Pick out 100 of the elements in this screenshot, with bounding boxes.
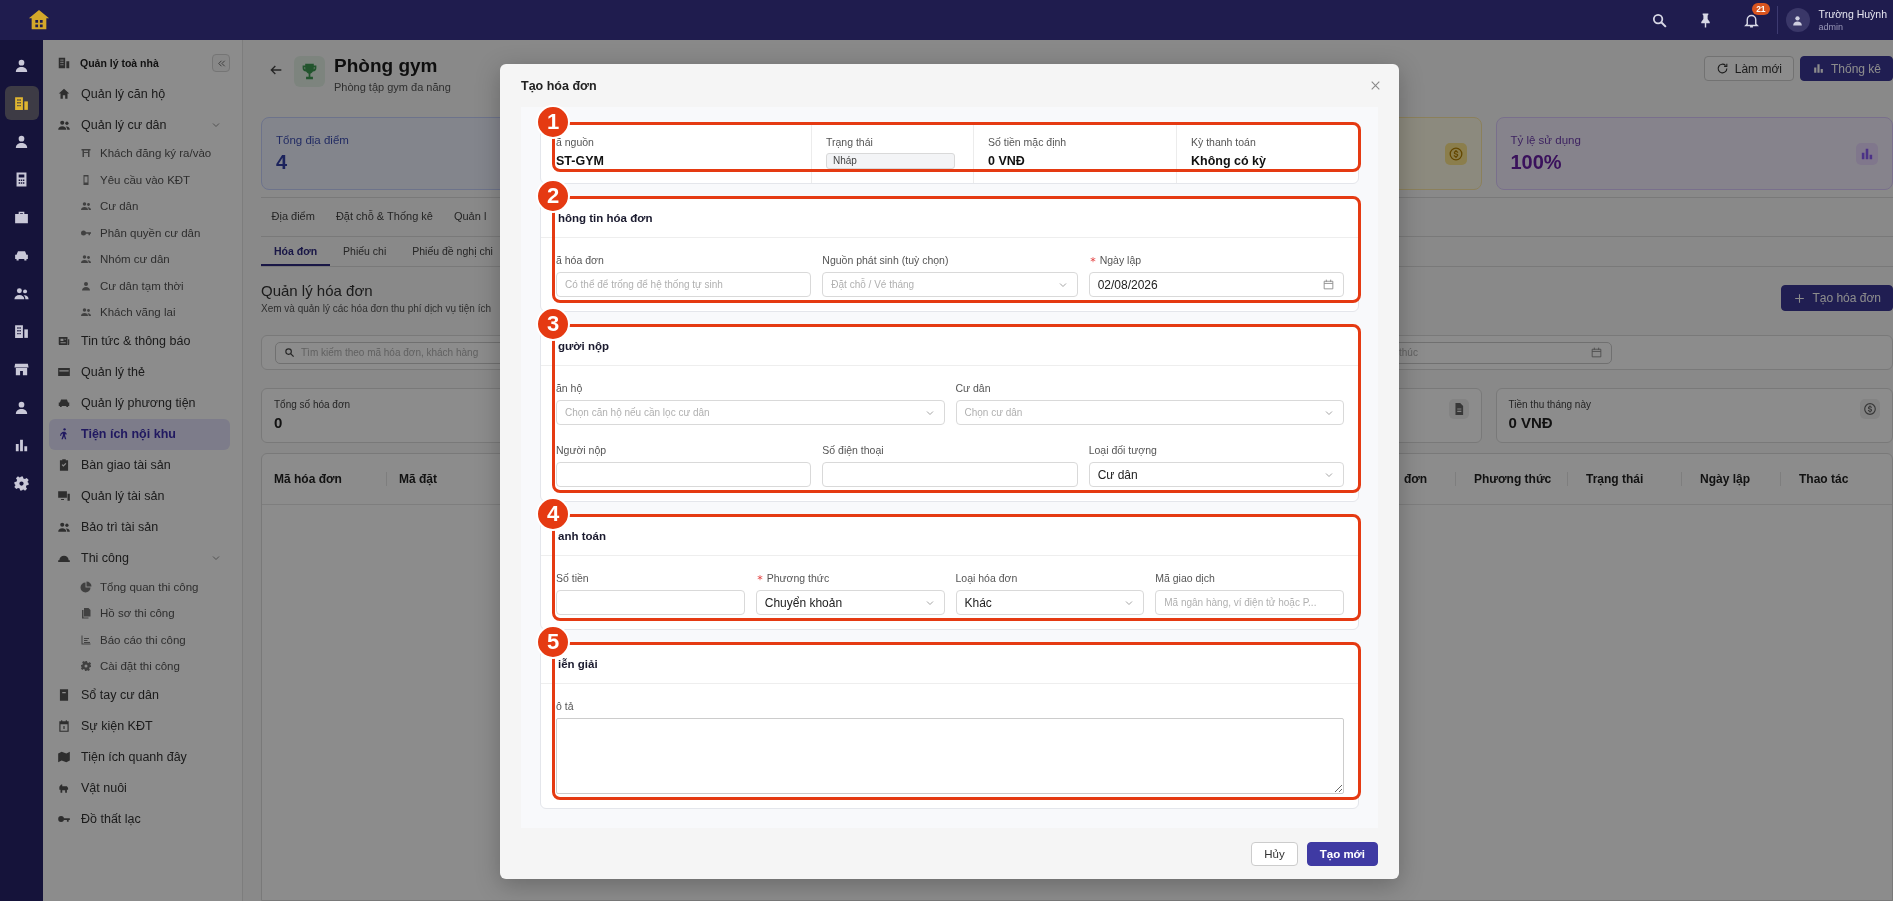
people-icon bbox=[80, 200, 92, 213]
field-label: Mã giao dịch bbox=[1155, 571, 1215, 584]
section-title: gười nộp bbox=[558, 340, 609, 352]
plus-icon bbox=[1793, 291, 1807, 305]
calendar-icon bbox=[1590, 346, 1603, 359]
sidebar-item[interactable]: Vật nuôi bbox=[49, 772, 230, 804]
building-icon bbox=[13, 94, 30, 112]
dollar-icon bbox=[1444, 142, 1467, 165]
sidebar-item[interactable]: Tiện ích quanh đây bbox=[49, 741, 230, 773]
map-icon bbox=[57, 750, 71, 764]
section-title: iễn giải bbox=[558, 658, 598, 670]
sidebar-item[interactable]: Tiện ích nội khu bbox=[49, 418, 230, 450]
required-icon bbox=[755, 573, 764, 582]
sidebar-item[interactable]: Thi công bbox=[49, 542, 230, 574]
sidebar-item[interactable]: Sổ tay cư dân bbox=[49, 679, 230, 711]
calendar-icon bbox=[1322, 278, 1335, 291]
sidebar-item[interactable]: Tin tức & thông báo bbox=[49, 325, 230, 357]
field-label: Nguồn phát sinh (tuỳ chọn) bbox=[822, 253, 949, 266]
column-header: Mã hóa đơn bbox=[273, 472, 343, 486]
sidebar-item[interactable]: Sự kiện KĐT bbox=[49, 710, 230, 742]
stat-value: 100% bbox=[1510, 150, 1563, 174]
status-badge: Nháp bbox=[826, 153, 955, 169]
sidebar-item[interactable]: Bảo trì tài sản bbox=[49, 511, 230, 543]
summary-label: Tiền thu tháng này bbox=[1508, 399, 1591, 410]
person-icon bbox=[1791, 13, 1805, 27]
sidebar-item[interactable]: Khách đăng ký ra/vào bbox=[49, 140, 230, 167]
sidebar-item[interactable]: Nhóm cư dân bbox=[49, 246, 230, 273]
sidebar-item[interactable]: Quản lý căn hộ bbox=[49, 78, 230, 109]
summary-value: 0 bbox=[274, 414, 284, 431]
refresh-button[interactable]: Làm mới bbox=[1703, 56, 1794, 81]
tab[interactable]: Hóa đơn bbox=[261, 237, 331, 266]
gear-icon bbox=[13, 474, 30, 492]
stat-value: 4 bbox=[276, 150, 289, 174]
sidebar-item[interactable]: Tổng quan thi công bbox=[49, 573, 230, 600]
user-role: admin bbox=[1818, 22, 1845, 32]
avatar[interactable] bbox=[1785, 8, 1810, 32]
bar-chart-icon bbox=[1856, 142, 1878, 165]
documents-icon bbox=[80, 607, 92, 620]
tab[interactable]: Địa điểm bbox=[261, 210, 326, 224]
building-icon bbox=[13, 322, 30, 340]
sidebar-item[interactable]: Quản lý cư dân bbox=[49, 109, 230, 140]
list-chart-icon bbox=[80, 633, 92, 646]
user-name: Trường Huỳnh bbox=[1818, 8, 1887, 20]
text-field[interactable] bbox=[556, 590, 745, 615]
required-icon bbox=[1088, 255, 1097, 264]
sidebar-item[interactable]: Cư dân tạm thời bbox=[49, 272, 230, 299]
create-invoice-button[interactable]: Tạo hóa đơn bbox=[1781, 285, 1893, 311]
cancel-button[interactable]: Hủy bbox=[1251, 841, 1298, 866]
tab[interactable]: Đặt chỗ & Thống kê bbox=[325, 210, 444, 224]
search-icon bbox=[284, 347, 295, 358]
column-header: Thao tác bbox=[1780, 472, 1892, 486]
tab[interactable]: Phiếu chi bbox=[330, 237, 400, 266]
people-icon bbox=[80, 253, 92, 266]
description-field[interactable] bbox=[556, 718, 1344, 794]
sidebar-item[interactable]: Khách vãng lai bbox=[49, 299, 230, 326]
sidebar-item[interactable]: Báo cáo thi công bbox=[49, 626, 230, 653]
close-icon[interactable] bbox=[1369, 79, 1382, 92]
gear-icon bbox=[80, 660, 92, 673]
rail-button[interactable] bbox=[4, 86, 39, 120]
statistics-button[interactable]: Thống kê bbox=[1799, 56, 1893, 81]
sidebar-item[interactable]: Yêu cầu vào KĐT bbox=[49, 166, 230, 193]
select-field[interactable]: Cư dân bbox=[1088, 462, 1344, 487]
field-value: ST-GYM bbox=[556, 154, 605, 169]
field-label: Số điện thoại bbox=[822, 443, 884, 456]
page-subtitle: Phòng tập gym đa năng bbox=[334, 81, 451, 93]
section-description: Xem và quản lý các hóa đơn thu phí dịch vụ tiện ích bbox=[261, 303, 492, 314]
sidebar-item[interactable]: Đồ thất lạc bbox=[49, 803, 230, 835]
callout-number: 2 bbox=[536, 179, 570, 213]
field-label: Trạng thái bbox=[826, 136, 874, 148]
person-icon bbox=[80, 279, 92, 292]
sidebar-item[interactable]: Phân quyền cư dân bbox=[49, 219, 230, 246]
sidebar-item[interactable]: Quản lý tài sản bbox=[49, 480, 230, 512]
select-field[interactable]: Chuyển khoản bbox=[755, 590, 945, 615]
newspaper-icon bbox=[57, 334, 71, 348]
sidebar-item[interactable]: Cư dân bbox=[49, 193, 230, 220]
sidebar-item[interactable]: Quản lý phương tiện bbox=[49, 387, 230, 419]
sidebar-item[interactable]: Hồ sơ thi công bbox=[49, 600, 230, 627]
card-icon bbox=[57, 365, 71, 379]
sidebar-item[interactable]: Bàn giao tài sản bbox=[49, 449, 230, 481]
home-icon bbox=[57, 86, 71, 101]
field-value: 0 VNĐ bbox=[988, 154, 1026, 169]
field-label: Cư dân bbox=[955, 381, 991, 394]
section-title: anh toán bbox=[558, 530, 606, 542]
sidebar-item[interactable]: Quản lý thẻ bbox=[49, 356, 230, 388]
section-title: Quản lý hóa đơn bbox=[261, 282, 374, 299]
field-value: Không có kỳ bbox=[1191, 154, 1267, 169]
field-label: ã hóa đơn bbox=[556, 253, 604, 266]
tab[interactable]: Quản l bbox=[443, 210, 497, 224]
date-field[interactable]: 02/08/2026 bbox=[1088, 272, 1344, 297]
stat-label: Tỷ lệ sử dụng bbox=[1510, 133, 1581, 146]
section-title: hông tin hóa đơn bbox=[558, 212, 653, 224]
search-icon[interactable] bbox=[1650, 11, 1668, 29]
select-field[interactable]: Khác bbox=[955, 590, 1145, 615]
gate-icon bbox=[80, 147, 92, 160]
create-button[interactable]: Tạo mới bbox=[1306, 841, 1378, 866]
text-field[interactable] bbox=[556, 462, 812, 487]
text-field[interactable] bbox=[822, 462, 1078, 487]
summary-label: Tổng số hóa đơn bbox=[274, 399, 351, 410]
sidebar-item[interactable]: Cài đặt thi công bbox=[49, 653, 230, 680]
callout-number: 4 bbox=[536, 497, 570, 531]
